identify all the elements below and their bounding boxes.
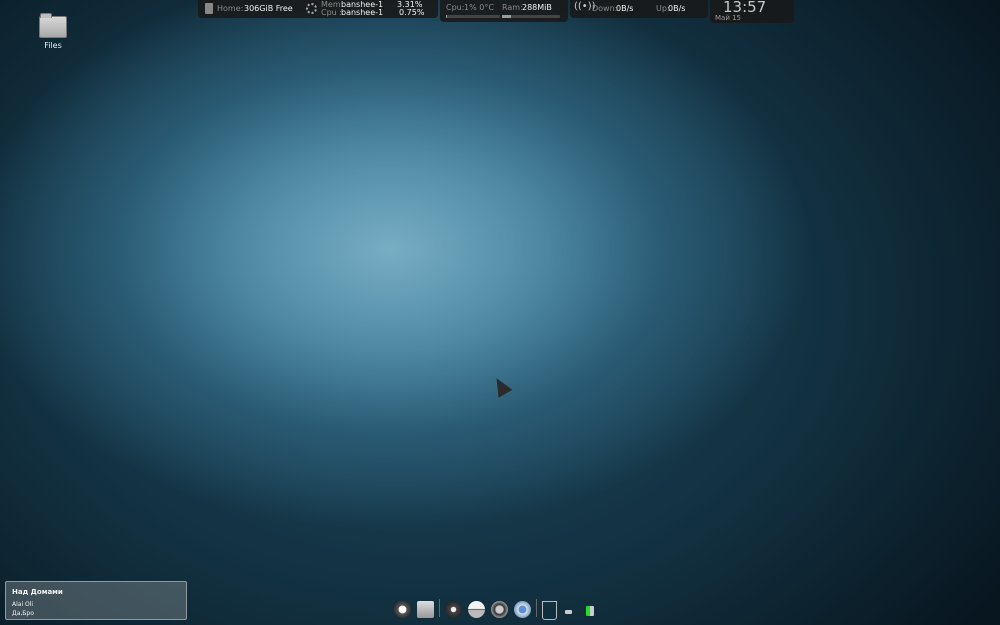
- ram-value: 288MiB: [522, 3, 552, 12]
- app-launcher-icon[interactable]: [394, 601, 411, 618]
- hdd-icon: [205, 3, 213, 14]
- mouse-cursor-icon: [489, 374, 513, 398]
- maps-icon[interactable]: [491, 601, 508, 618]
- cpu-usage-bar: [446, 15, 500, 18]
- home-value: 306GiB Free: [244, 4, 293, 13]
- dock-separator: [439, 599, 440, 617]
- down-value: 0B/s: [616, 4, 634, 13]
- system-monitor-panel: Home: 306GiB Free Mem: banshee-1 3.31% C…: [198, 0, 438, 18]
- down-label: Down:: [592, 4, 618, 13]
- notification-artist: Alai Oli: [12, 601, 34, 608]
- notification-title: Над Домами: [12, 588, 63, 596]
- folder-icon: [39, 13, 67, 38]
- files-desktop-icon[interactable]: Files: [36, 13, 70, 50]
- cpu-value: 0.75%: [399, 8, 425, 17]
- trash-icon[interactable]: [542, 601, 557, 620]
- clock-date: Май 15: [715, 14, 742, 22]
- cpu-label: Cpu :: [321, 8, 342, 17]
- up-value: 0B/s: [668, 4, 686, 13]
- dock-separator: [536, 599, 537, 617]
- ram-label: Ram:: [502, 3, 523, 12]
- ubuntu-one-icon[interactable]: [468, 601, 485, 618]
- home-label: Home:: [217, 4, 244, 13]
- battery-icon[interactable]: [565, 610, 572, 614]
- network-panel: ((•)) Down: 0B/s Up: 0B/s: [570, 0, 708, 18]
- banshee-icon[interactable]: [445, 601, 462, 618]
- cpu-usage-label: Cpu:: [446, 3, 465, 12]
- files-label: Files: [44, 41, 62, 50]
- chromium-icon[interactable]: [514, 601, 531, 618]
- ram-usage-bar: [502, 15, 560, 18]
- network-icon[interactable]: [586, 606, 594, 616]
- files-icon[interactable]: [417, 601, 434, 618]
- cpu-process: banshee-1: [341, 8, 384, 17]
- gear-icon: [306, 3, 317, 14]
- now-playing-notification[interactable]: Над Домами Alai Oli Да,Бро: [5, 581, 187, 620]
- cpu-ram-panel: Cpu: 1% 0°C Ram: 288MiB: [440, 0, 568, 22]
- notification-album: Да,Бро: [12, 610, 34, 617]
- dock: [390, 596, 610, 624]
- cpu-usage-value: 1% 0°C: [464, 3, 494, 12]
